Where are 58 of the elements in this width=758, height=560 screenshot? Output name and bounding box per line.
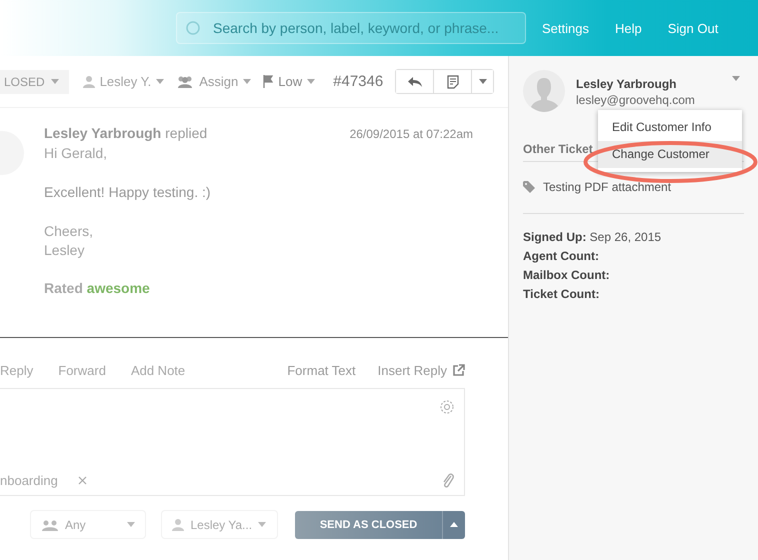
composer-link[interactable]: Format Text [287, 362, 356, 378]
nav-link[interactable]: Help [614, 20, 642, 36]
note-icon [446, 74, 459, 88]
send-options-button[interactable] [442, 510, 465, 538]
person-icon [82, 75, 95, 88]
settings-icon [439, 399, 455, 415]
message-text: Hi Gerald, [44, 144, 108, 163]
people-icon [176, 75, 194, 88]
customer-menu-button[interactable] [732, 76, 740, 81]
send-button[interactable]: SEND AS CLOSED [294, 510, 442, 538]
tag-icon [523, 181, 535, 193]
reply-editor[interactable]: nboarding [0, 388, 465, 496]
caret-icon [478, 79, 487, 84]
customer-name: Lesley Yarbrough [576, 77, 678, 91]
reply-heading: Lesley Yarbrough replied [44, 125, 208, 141]
caret-icon [258, 522, 266, 527]
menu-item[interactable]: Edit Customer Info [598, 114, 742, 141]
detail-text: Mailbox Count: [523, 267, 611, 284]
mode-tab[interactable]: Reply [0, 362, 34, 378]
assignee-dropdown[interactable]: Lesley Y. [82, 74, 164, 89]
caret-icon [156, 79, 164, 84]
caret-icon [50, 79, 59, 84]
caret-icon [307, 79, 316, 84]
caret-up-icon [450, 522, 458, 527]
nav-link[interactable]: Sign Out [668, 20, 718, 36]
message-text: Cheers, Lesley [44, 222, 94, 260]
person-icon [172, 518, 184, 531]
status-dropdown[interactable]: LOSED [0, 70, 69, 94]
nav-link[interactable]: Settings [542, 20, 589, 36]
reply-icon [408, 76, 422, 86]
reply-button[interactable] [396, 70, 434, 93]
message-text: Excellent! Happy testing. :) [44, 183, 212, 202]
mode-tab[interactable]: Forward [58, 362, 106, 378]
search-icon [185, 20, 201, 36]
rating-text: Rated awesome [44, 280, 151, 296]
avatar-silhouette-icon [523, 70, 565, 112]
priority-dropdown[interactable]: Low [263, 74, 316, 89]
caret-icon [127, 522, 136, 527]
mode-tab[interactable]: Add Note [130, 362, 186, 378]
assignee-select[interactable]: Lesley Ya... [161, 510, 278, 539]
detail-text: Ticket Count: [523, 286, 600, 303]
timestamp: 26/09/2015 at 07:22am [350, 127, 473, 141]
composer-link[interactable]: Insert Reply [378, 362, 465, 378]
caret-icon [732, 76, 740, 81]
detail-text: Agent Count: [523, 248, 600, 265]
detail-text: Signed Up: Sep 26, 2015 [523, 229, 662, 246]
caret-icon [243, 79, 252, 84]
search-field[interactable]: Search by person, label, keyword, or phrase... [176, 12, 526, 44]
tag-label: nboarding [0, 473, 58, 488]
people-icon [41, 518, 59, 530]
close-icon [78, 476, 87, 485]
flag-icon [263, 75, 274, 88]
ticket-number: #47346 [333, 73, 384, 90]
paperclip-icon [442, 471, 454, 489]
group-dropdown[interactable]: Assign [176, 74, 252, 89]
customer-email: lesley@groovehq.com [576, 93, 696, 107]
group-select[interactable]: Any [30, 510, 146, 539]
external-link-icon [453, 364, 465, 376]
